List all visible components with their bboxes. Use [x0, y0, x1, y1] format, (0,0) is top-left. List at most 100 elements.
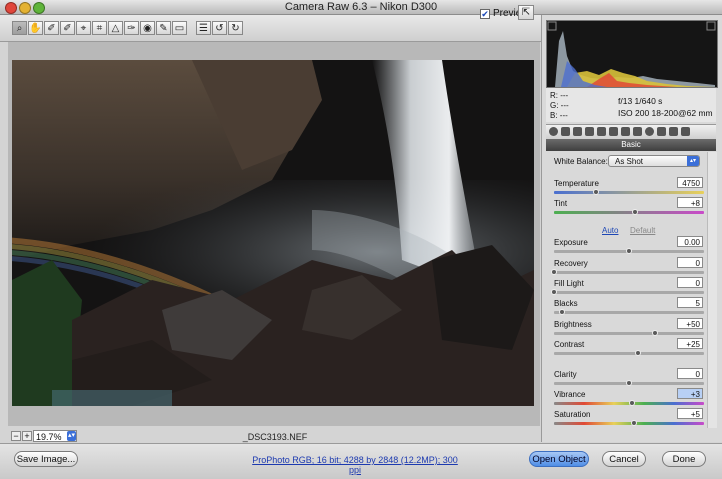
crop-tool-icon: ⌗	[96, 23, 103, 34]
vibrance-slider[interactable]	[554, 400, 704, 406]
vibrance-value-field[interactable]: +3	[677, 388, 703, 399]
zoom-in-button[interactable]: +	[22, 431, 32, 441]
panel-scrollbar[interactable]	[707, 152, 717, 428]
white-balance-label: White Balance:	[554, 157, 608, 166]
file-name: _DSC3193.NEF	[242, 432, 308, 442]
tone-curve-tab-icon[interactable]	[561, 127, 570, 136]
tint-label: Tint	[554, 199, 568, 208]
temperature-slider[interactable]	[554, 189, 704, 195]
presets-tab-icon[interactable]	[645, 127, 654, 136]
fill-light-value-field[interactable]: 0	[677, 277, 703, 288]
exposure-slider[interactable]	[554, 248, 704, 254]
blacks-value-field[interactable]: 5	[677, 297, 703, 308]
temperature-value-field[interactable]: 4750	[677, 177, 703, 188]
straighten-tool-button[interactable]: △	[108, 21, 123, 35]
lens-corrections-tab-icon[interactable]	[609, 127, 618, 136]
adjustment-brush-tool-button[interactable]: ✎	[156, 21, 171, 35]
red-eye-tool-icon: ◉	[143, 23, 152, 34]
brightness-slider[interactable]	[554, 330, 704, 336]
photo-preview[interactable]	[12, 60, 534, 406]
blacks-slider-thumb[interactable]	[558, 309, 565, 315]
snapshots-tab-icon[interactable]	[657, 127, 666, 136]
default-button[interactable]: Default	[630, 226, 655, 235]
white-balance-select[interactable]: As Shot ▴▾	[608, 155, 700, 167]
panel-menu-icon[interactable]	[681, 127, 690, 136]
blacks-slider[interactable]	[554, 309, 704, 315]
grid-tab-icon[interactable]	[669, 127, 678, 136]
preview-checkbox[interactable]: ✔	[480, 9, 490, 20]
recovery-slider-thumb[interactable]	[551, 269, 557, 275]
fill-light-slider-thumb[interactable]	[551, 289, 557, 295]
detail-tab-icon[interactable]	[573, 127, 582, 136]
cancel-button[interactable]: Cancel	[602, 451, 646, 467]
zoom-tool-button[interactable]: ⌕	[12, 21, 27, 35]
zoom-dropdown-arrow-icon[interactable]: ▴▾	[67, 431, 76, 441]
brightness-value-field[interactable]: +50	[677, 318, 703, 329]
graduated-filter-tool-button[interactable]: ▭	[172, 21, 187, 35]
zoom-tool-icon: ⌕	[16, 23, 23, 34]
brightness-slider-thumb[interactable]	[651, 330, 658, 336]
auto-button[interactable]: Auto	[602, 226, 618, 235]
recovery-slider[interactable]	[551, 269, 704, 275]
rotate-right-tool-icon: ↻	[231, 23, 240, 34]
tint-slider-thumb[interactable]	[632, 209, 638, 215]
chevron-down-icon: ▴▾	[687, 156, 699, 166]
saturation-slider[interactable]	[554, 420, 704, 426]
camera-calibration-tab-icon[interactable]	[633, 127, 642, 136]
clarity-slider[interactable]	[554, 380, 704, 386]
targeted-adjustment-tool-button[interactable]: ⌖	[76, 21, 91, 35]
rotate-left-tool-button[interactable]: ↺	[212, 21, 227, 35]
white-balance-value: As Shot	[615, 157, 644, 166]
color-sampler-tool-icon: ✐	[63, 23, 72, 34]
contrast-slider-thumb[interactable]	[635, 350, 641, 356]
highlight-clipping-icon	[706, 21, 716, 31]
workflow-options-link[interactable]: ProPhoto RGB; 16 bit; 4288 by 2848 (12.2…	[245, 455, 465, 475]
split-toning-tab-icon[interactable]	[597, 127, 606, 136]
fullscreen-mode-button[interactable]: ⇱	[518, 5, 534, 20]
title-bar: Camera Raw 6.3 – Nikon D300	[0, 0, 722, 15]
zoom-window-icon[interactable]	[33, 2, 45, 14]
vibrance-label: Vibrance	[554, 390, 586, 399]
open-object-button[interactable]: Open Object	[529, 451, 589, 467]
panel-tabs	[546, 124, 716, 140]
contrast-slider[interactable]	[554, 350, 704, 356]
exposure-value-field[interactable]: 0.00	[677, 236, 703, 247]
clarity-value-field[interactable]: 0	[677, 368, 703, 379]
clarity-label: Clarity	[554, 370, 577, 379]
crop-tool-button[interactable]: ⌗	[92, 21, 107, 35]
hand-tool-button[interactable]: ✋	[28, 21, 43, 35]
histogram	[546, 20, 718, 88]
vibrance-slider-thumb[interactable]	[629, 400, 635, 406]
exposure-label: Exposure	[554, 238, 588, 247]
fill-light-slider[interactable]	[551, 289, 704, 295]
saturation-slider-thumb[interactable]	[630, 420, 637, 426]
temperature-slider-thumb[interactable]	[593, 189, 599, 195]
clarity-slider-thumb[interactable]	[626, 380, 632, 386]
spot-removal-tool-icon: ✑	[127, 23, 136, 34]
hand-tool-icon: ✋	[29, 23, 42, 34]
minimize-window-icon[interactable]	[19, 2, 31, 14]
saturation-value-field[interactable]: +5	[677, 408, 703, 419]
tint-value-field[interactable]: +8	[677, 197, 703, 208]
close-window-icon[interactable]	[5, 2, 17, 14]
tint-slider[interactable]	[554, 209, 704, 215]
save-image-button[interactable]: Save Image...	[14, 451, 78, 467]
hsl-tab-icon[interactable]	[585, 127, 594, 136]
contrast-value-field[interactable]: +25	[677, 338, 703, 349]
color-sampler-tool-button[interactable]: ✐	[60, 21, 75, 35]
done-button[interactable]: Done	[662, 451, 706, 467]
white-balance-tool-button[interactable]: ✐	[44, 21, 59, 35]
recovery-value-field[interactable]: 0	[677, 257, 703, 268]
rotate-right-tool-button[interactable]: ↻	[228, 21, 243, 35]
red-eye-tool-button[interactable]: ◉	[140, 21, 155, 35]
spot-removal-tool-button[interactable]: ✑	[124, 21, 139, 35]
preferences-tool-icon: ☰	[199, 23, 208, 34]
zoom-out-button[interactable]: −	[11, 431, 21, 441]
basic-tab-icon[interactable]	[549, 127, 558, 136]
exposure-slider-thumb[interactable]	[626, 248, 632, 254]
panel-header: Basic	[546, 139, 716, 151]
temperature-label: Temperature	[554, 179, 599, 188]
effects-tab-icon[interactable]	[621, 127, 630, 136]
preferences-tool-button[interactable]: ☰	[196, 21, 211, 35]
rotate-left-tool-icon: ↺	[215, 23, 224, 34]
